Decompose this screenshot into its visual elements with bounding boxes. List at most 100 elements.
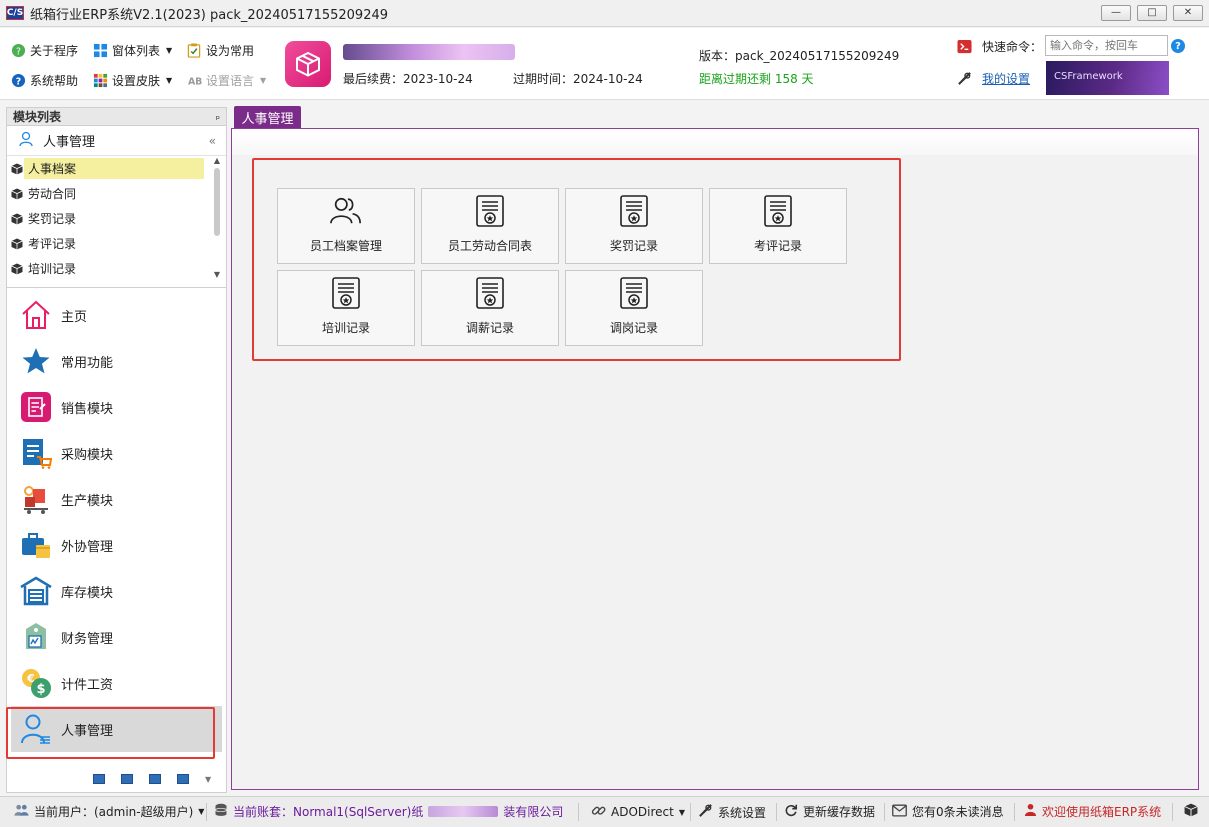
window-list-button[interactable]: 窗体列表 ▼ [92, 42, 172, 59]
set-common-button[interactable]: 设为常用 [186, 42, 254, 59]
module-cube-button[interactable] [1184, 803, 1198, 820]
about-button[interactable]: ? 关于程序 [10, 42, 78, 59]
my-settings-link[interactable]: 我的设置 [956, 70, 1030, 87]
account-name-redacted [428, 806, 499, 817]
current-account-suffix: 装有限公司 [503, 805, 564, 819]
my-settings-label: 我的设置 [982, 72, 1031, 86]
tree-item-label: 奖罚记录 [28, 212, 77, 226]
help-label: 系统帮助 [30, 74, 79, 88]
finance-tag-icon [19, 620, 53, 654]
tree-item-label: 劳动合同 [28, 187, 77, 201]
tile-evaluation-record[interactable]: 考评记录 [709, 188, 847, 264]
nav-item-home[interactable]: 主页 [7, 292, 226, 338]
language-button[interactable]: AB 设置语言 ▼ [186, 72, 266, 89]
tile-employee-archive[interactable]: 员工档案管理 [277, 188, 415, 264]
banner-text: CSFramework [1054, 71, 1123, 82]
messages-label: 您有0条未读消息 [912, 805, 1004, 819]
nav-item-label: 计件工资 [61, 677, 114, 693]
connection-mode-button[interactable]: ADODirect ▼ [591, 803, 685, 821]
nav-item-label: 库存模块 [61, 585, 114, 601]
skin-label: 设置皮肤 [112, 74, 161, 88]
tile-label: 调岗记录 [609, 321, 658, 335]
quick-command-label: 快速命令： [982, 40, 1043, 54]
tree-item-training-record[interactable]: 培训记录 [7, 256, 207, 281]
window-icon[interactable] [177, 774, 189, 784]
collapse-icon[interactable]: « [209, 134, 216, 148]
pin-icon[interactable]: ₚ [216, 111, 220, 122]
tile-position-adjust-record[interactable]: 调岗记录 [565, 270, 703, 346]
certificate-icon [618, 195, 650, 227]
window-list-label: 窗体列表 [112, 44, 161, 58]
tile-labor-contract[interactable]: 员工劳动合同表 [421, 188, 559, 264]
nav-item-inventory[interactable]: 库存模块 [7, 568, 226, 614]
separator [206, 803, 207, 821]
window-icon[interactable] [93, 774, 105, 784]
certificate-icon [762, 195, 794, 227]
refresh-icon [784, 803, 798, 820]
module-group-header[interactable]: 人事管理 « [7, 126, 226, 156]
nav-item-label: 常用功能 [61, 355, 114, 371]
palette-grid-icon [92, 73, 108, 89]
tree-item-label: 人事档案 [24, 158, 204, 179]
maximize-button[interactable]: □ [1137, 5, 1167, 21]
current-user-button[interactable]: 当前用户：(admin-超级用户) ▼ [14, 803, 204, 820]
module-nav-list: 主页 常用功能 销售模块 采购模块 生产模块 外协管理 库存模块 财务管理 € … [7, 292, 226, 752]
nav-item-favorites[interactable]: 常用功能 [7, 338, 226, 384]
cube-icon [11, 163, 23, 175]
tree-item-hr-archive[interactable]: 人事档案 [7, 156, 207, 181]
mail-icon [892, 804, 907, 820]
nav-item-purchase[interactable]: 采购模块 [7, 430, 226, 476]
quick-command-input[interactable] [1045, 35, 1168, 56]
minimize-button[interactable]: — [1101, 5, 1131, 21]
tree-scrollbar[interactable]: ▲ ▼ [212, 156, 222, 286]
help-icon: ? [10, 73, 26, 89]
scroll-up-icon[interactable]: ▲ [212, 156, 222, 166]
close-button[interactable]: ✕ [1173, 5, 1203, 21]
help-button[interactable]: ? 系统帮助 [10, 72, 78, 89]
nav-item-sales[interactable]: 销售模块 [7, 384, 226, 430]
nav-item-outsourcing[interactable]: 外协管理 [7, 522, 226, 568]
system-settings-button[interactable]: 系统设置 [698, 803, 766, 821]
quick-command-label-wrap: 快速命令： [956, 38, 1042, 55]
window-icon[interactable] [149, 774, 161, 784]
messages-button[interactable]: 您有0条未读消息 [892, 803, 1004, 820]
skin-button[interactable]: 设置皮肤 ▼ [92, 72, 172, 89]
chevron-down-icon: ▼ [198, 807, 205, 816]
current-account-label: 当前账套：Normal1(SqlServer)纸 [233, 805, 424, 819]
tree-item-evaluation-record[interactable]: 考评记录 [7, 231, 207, 256]
window-icon[interactable] [121, 774, 133, 784]
scroll-down-icon[interactable]: ▼ [212, 270, 222, 280]
language-icon: AB [186, 73, 202, 89]
current-account-label-wrap: 当前账套：Normal1(SqlServer)纸 装有限公司 [214, 803, 563, 820]
tree-item-label: 考评记录 [28, 237, 77, 251]
refresh-cache-button[interactable]: 更新缓存数据 [784, 803, 875, 820]
tile-salary-adjust-record[interactable]: 调薪记录 [421, 270, 559, 346]
nav-item-production[interactable]: 生产模块 [7, 476, 226, 522]
tree-item-labor-contract[interactable]: 劳动合同 [7, 181, 207, 206]
system-settings-label: 系统设置 [718, 805, 767, 820]
nav-item-piecework[interactable]: € $ 计件工资 [7, 660, 226, 706]
svg-text:?: ? [15, 76, 20, 87]
nav-item-finance[interactable]: 财务管理 [7, 614, 226, 660]
scroll-thumb[interactable] [214, 168, 220, 236]
chevron-down-icon: ▼ [260, 76, 267, 85]
tree-item-reward-record[interactable]: 奖罚记录 [7, 206, 207, 231]
user-icon [19, 131, 35, 151]
tab-hr-management[interactable]: 人事管理 [234, 106, 301, 128]
briefcase-icon [19, 528, 53, 562]
separator [1014, 803, 1015, 821]
users-icon [330, 195, 362, 227]
clipboard-check-icon [186, 43, 202, 59]
window-title: 纸箱行业ERP系统V2.1(2023) pack_202405171552092… [30, 7, 389, 23]
welcome-message-wrap: 欢迎使用纸箱ERP系统 [1024, 803, 1161, 820]
tile-reward-record[interactable]: 奖罚记录 [565, 188, 703, 264]
svg-text:$: $ [36, 682, 45, 697]
help-icon[interactable]: ? [1171, 39, 1185, 53]
user-red-icon [1024, 803, 1037, 820]
tile-label: 调薪记录 [465, 321, 514, 335]
purchase-cart-icon [19, 436, 53, 470]
windows-icon [92, 43, 108, 59]
tile-training-record[interactable]: 培训记录 [277, 270, 415, 346]
company-name-redacted [343, 44, 515, 60]
chevron-down-icon[interactable]: ▼ [205, 775, 211, 784]
